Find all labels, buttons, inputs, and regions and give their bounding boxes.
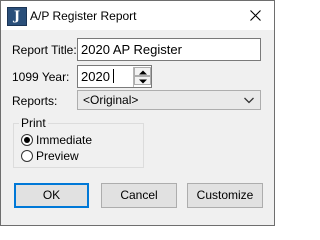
preview-radio[interactable] <box>21 150 33 162</box>
app-icon: J <box>7 7 27 26</box>
title-bar[interactable]: J A/P Register Report <box>1 1 274 30</box>
year-value: 2020 <box>81 69 110 84</box>
ok-button[interactable]: OK <box>14 183 89 208</box>
report-title-input[interactable]: 2020 AP Register <box>77 38 261 61</box>
chevron-down-icon <box>139 79 147 84</box>
cancel-button[interactable]: Cancel <box>101 183 177 208</box>
year-spinner[interactable] <box>133 67 152 87</box>
print-group-title: Print <box>19 116 48 130</box>
app-icon-letter: J <box>13 9 21 24</box>
customize-button[interactable]: Customize <box>187 183 263 208</box>
report-title-label: Report Title: <box>12 43 77 57</box>
reports-label: Reports: <box>12 94 58 108</box>
dialog-window: J A/P Register Report Report Title: 2020… <box>0 0 275 226</box>
radio-selected-dot <box>24 137 30 143</box>
preview-label[interactable]: Preview <box>36 149 79 163</box>
text-caret <box>113 69 114 83</box>
report-title-value: 2020 AP Register <box>81 42 182 57</box>
immediate-radio[interactable] <box>21 134 33 146</box>
immediate-label[interactable]: Immediate <box>36 133 92 147</box>
spin-down-button[interactable] <box>134 76 151 85</box>
close-icon <box>250 10 261 21</box>
window-title: A/P Register Report <box>30 9 137 23</box>
year-label: 1099 Year: <box>12 70 70 84</box>
reports-selected-value: <Original> <box>83 93 139 107</box>
chevron-down-icon <box>244 97 254 104</box>
close-button[interactable] <box>239 1 273 30</box>
spin-up-button[interactable] <box>134 67 151 76</box>
chevron-up-icon <box>139 70 147 75</box>
reports-dropdown[interactable]: <Original> <box>77 90 261 110</box>
